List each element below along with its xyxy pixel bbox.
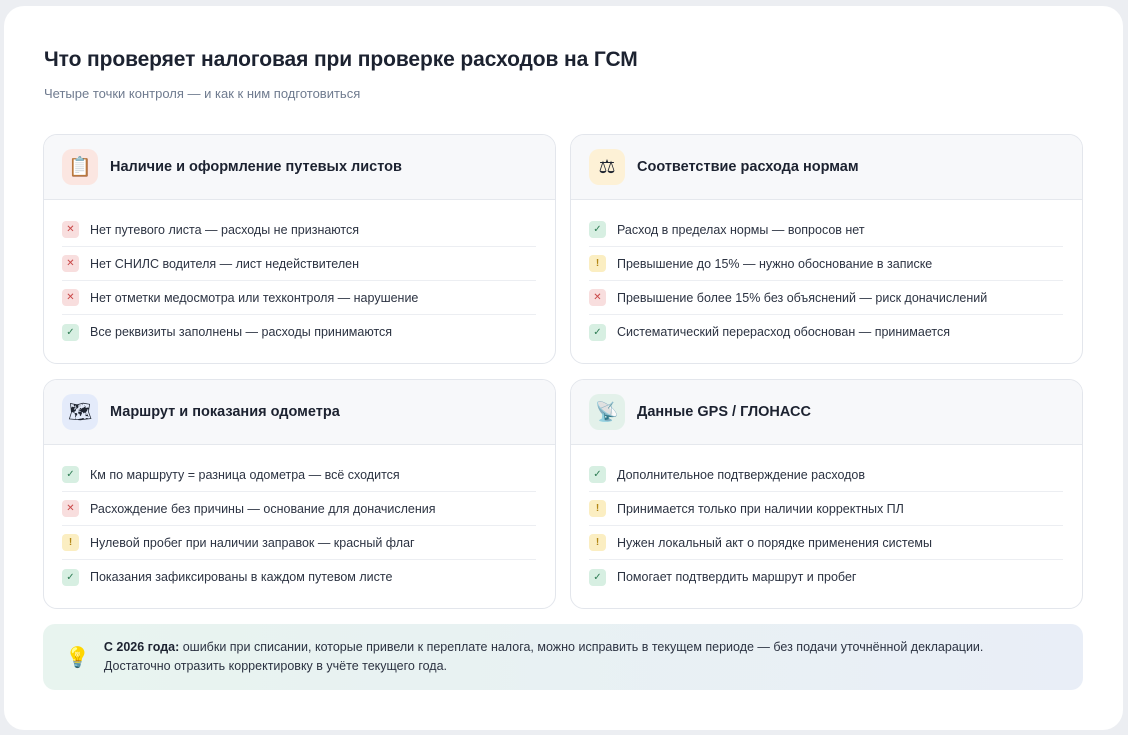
item-text: Показания зафиксированы в каждом путевом…: [90, 570, 393, 584]
scales-icon: ⚖: [589, 149, 625, 185]
status-icon: ✓: [589, 323, 606, 341]
card-header: 📡 Данные GPS / ГЛОНАСС: [571, 380, 1082, 445]
item-text: Все реквизиты заполнены — расходы приним…: [90, 325, 393, 339]
status-icon: ✕: [62, 221, 79, 238]
check-list: ✕ Нет путевого листа — расходы не признаю…: [44, 200, 555, 349]
status-icon: ✓: [62, 568, 79, 586]
status-icon: !: [589, 534, 606, 551]
list-item: ✕ Нет путевого листа — расходы не признаю…: [62, 213, 536, 247]
item-text: Нужен локальный акт о порядке применения…: [617, 535, 932, 550]
item-text: Нет СНИЛС водителя — лист недействителен: [90, 256, 359, 271]
list-item: ✓ Км по маршруту = разница одометра — всё…: [62, 458, 536, 492]
item-text: Расход в пределах нормы — вопросов нет: [617, 222, 865, 237]
status-icon: ✕: [62, 255, 79, 272]
list-item: ! Нулевой пробег при наличии заправок — к…: [62, 526, 536, 560]
check-list: ✓ Км по маршруту = разница одометра — всё…: [44, 445, 555, 594]
list-item: ! Принимается только при наличии корректн…: [589, 492, 1063, 526]
note-text: С 2026 года: ошибки при списании, которы…: [104, 638, 1044, 676]
card-header: 📋 Наличие и оформление путевых листов: [44, 135, 555, 200]
satellite-icon: 📡: [589, 394, 625, 430]
item-text: Превышение до 15% — нужно обоснование в …: [617, 256, 933, 271]
list-item: ✓ Систематический перерасход обоснован — …: [589, 315, 1063, 349]
list-item: ✕ Нет отметки медосмотра или техконтроля …: [62, 281, 536, 315]
list-item: ✓ Все реквизиты заполнены — расходы прини…: [62, 315, 536, 349]
status-icon: ✓: [589, 568, 606, 586]
list-item: ✕ Нет СНИЛС водителя — лист недействителе…: [62, 247, 536, 281]
card-title: Данные GPS / ГЛОНАСС: [637, 404, 811, 420]
card-header: 🗺 Маршрут и показания одометра: [44, 380, 555, 445]
cards-grid: 📋 Наличие и оформление путевых листов ✕ Н…: [43, 134, 1083, 609]
item-text: Расхождение без причины — основание для …: [90, 501, 436, 516]
list-item: ! Превышение до 15% — нужно обоснование в…: [589, 247, 1063, 281]
check-list: ✓ Расход в пределах нормы — вопросов нет …: [571, 200, 1082, 349]
page-card: Что проверяет налоговая при проверке рас…: [4, 6, 1123, 730]
item-text: Нет отметки медосмотра или техконтроля —…: [90, 290, 419, 305]
page-title: Что проверяет налоговая при проверке рас…: [44, 48, 638, 71]
status-icon: !: [589, 500, 606, 517]
status-icon: ✓: [589, 221, 606, 238]
status-icon: ✕: [62, 500, 79, 517]
check-list: ✓ Дополнительное подтверждение расходов !…: [571, 445, 1082, 594]
clipboard-icon: 📋: [62, 149, 98, 185]
status-icon: ✓: [62, 323, 79, 341]
list-item: ✕ Расхождение без причины — основание для…: [62, 492, 536, 526]
item-text: Помогает подтвердить маршрут и пробег: [617, 570, 857, 584]
list-item: ✕ Превышение более 15% без объяснений — р…: [589, 281, 1063, 315]
card-gps: 📡 Данные GPS / ГЛОНАСС ✓ Дополнительное п…: [570, 379, 1083, 609]
list-item: ✓ Расход в пределах нормы — вопросов нет: [589, 213, 1063, 247]
lightbulb-icon: 💡: [65, 646, 90, 669]
map-icon: 🗺: [62, 394, 98, 430]
card-title: Соответствие расхода нормам: [637, 159, 859, 175]
status-icon: ✓: [62, 466, 79, 483]
card-title: Маршрут и показания одометра: [110, 404, 340, 420]
list-item: ✓ Помогает подтвердить маршрут и пробег: [589, 560, 1063, 594]
item-text: Превышение более 15% без объяснений — ри…: [617, 290, 988, 305]
card-norms: ⚖ Соответствие расхода нормам ✓ Расход в …: [570, 134, 1083, 364]
item-text: Дополнительное подтверждение расходов: [617, 467, 866, 482]
info-note: 💡 С 2026 года: ошибки при списании, кото…: [43, 624, 1083, 690]
item-text: Км по маршруту = разница одометра — всё …: [90, 467, 400, 482]
card-waybills: 📋 Наличие и оформление путевых листов ✕ Н…: [43, 134, 556, 364]
page-subtitle: Четыре точки контроля — и как к ним подг…: [44, 86, 361, 101]
list-item: ✓ Дополнительное подтверждение расходов: [589, 458, 1063, 492]
note-body: ошибки при списании, которые привели к п…: [103, 640, 984, 673]
list-item: ! Нужен локальный акт о порядке применени…: [589, 526, 1063, 560]
status-icon: !: [62, 534, 79, 551]
item-text: Нулевой пробег при наличии заправок — кр…: [90, 535, 415, 550]
status-icon: ✓: [589, 466, 606, 483]
status-icon: ✕: [589, 289, 606, 306]
card-odometer: 🗺 Маршрут и показания одометра ✓ Км по ма…: [43, 379, 556, 609]
status-icon: ✕: [62, 289, 79, 306]
note-highlight: С 2026 года:: [103, 640, 180, 654]
item-text: Принимается только при наличии корректны…: [617, 501, 904, 516]
list-item: ✓ Показания зафиксированы в каждом путево…: [62, 560, 536, 594]
card-header: ⚖ Соответствие расхода нормам: [571, 135, 1082, 200]
item-text: Нет путевого листа — расходы не признают…: [90, 222, 360, 237]
card-title: Наличие и оформление путевых листов: [110, 159, 402, 175]
item-text: Систематический перерасход обоснован — п…: [617, 325, 950, 339]
status-icon: !: [589, 255, 606, 272]
